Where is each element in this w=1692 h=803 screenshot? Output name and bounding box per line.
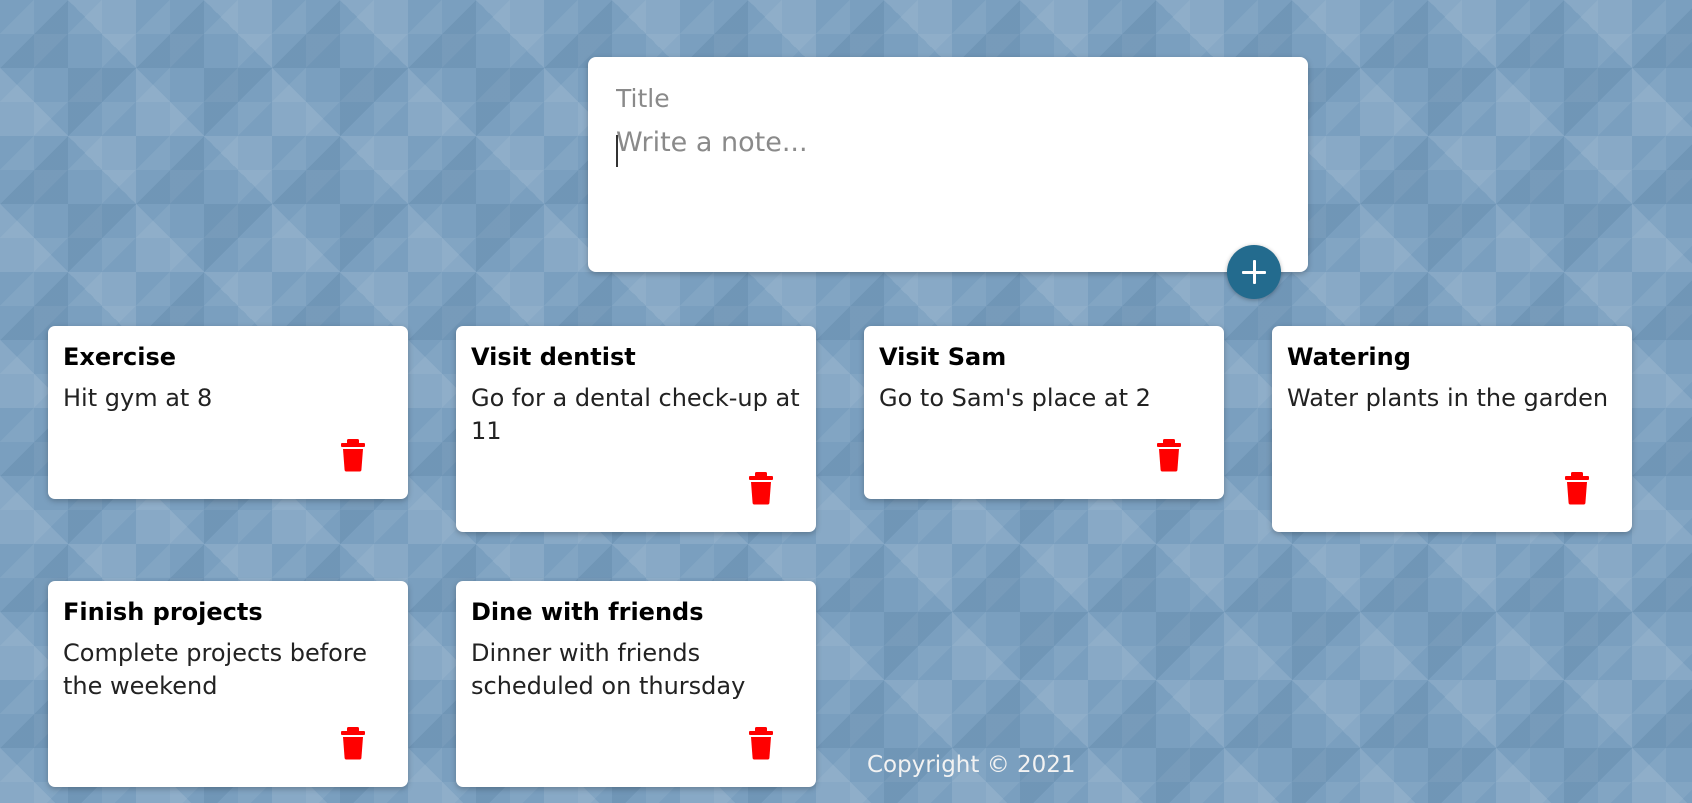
note-card: Watering Water plants in the garden: [1272, 326, 1632, 532]
note-title: Visit dentist: [471, 343, 636, 371]
note-content: Water plants in the garden: [1287, 384, 1609, 412]
note-content: Hit gym at 8: [63, 384, 213, 412]
note-title: Finish projects: [63, 598, 263, 626]
note-card: Visit Sam Go to Sam's place at 2: [864, 326, 1224, 499]
delete-note-button[interactable]: [1154, 438, 1184, 472]
note-content: Go for a dental check-up at 11: [471, 384, 800, 445]
note-input[interactable]: [616, 127, 1276, 247]
note-content: Go to Sam's place at 2: [879, 384, 1151, 412]
trash-icon: [749, 727, 773, 760]
footer-copyright: Copyright © 2021: [867, 752, 1076, 778]
note-card: Finish projects Complete projects before…: [48, 581, 408, 787]
trash-icon: [1565, 472, 1589, 505]
delete-note-button[interactable]: [746, 471, 776, 505]
trash-icon: [749, 472, 773, 505]
trash-icon: [341, 727, 365, 760]
delete-note-button[interactable]: [338, 438, 368, 472]
delete-note-button[interactable]: [338, 726, 368, 760]
title-input[interactable]: [616, 81, 1276, 115]
note-composer: [588, 57, 1308, 272]
delete-note-button[interactable]: [746, 726, 776, 760]
note-card: Visit dentist Go for a dental check-up a…: [456, 326, 816, 532]
note-title: Visit Sam: [879, 343, 1007, 371]
note-title: Watering: [1287, 343, 1411, 371]
text-cursor: [616, 135, 618, 167]
note-title: Exercise: [63, 343, 177, 371]
note-card: Exercise Hit gym at 8: [48, 326, 408, 499]
note-card: Dine with friends Dinner with friends sc…: [456, 581, 816, 787]
note-title: Dine with friends: [471, 598, 704, 626]
plus-icon: [1242, 260, 1266, 284]
note-content: Complete projects before the weekend: [63, 639, 367, 700]
delete-note-button[interactable]: [1562, 471, 1592, 505]
note-content: Dinner with friends scheduled on thursda…: [471, 639, 746, 700]
trash-icon: [341, 439, 365, 472]
trash-icon: [1157, 439, 1181, 472]
add-note-button[interactable]: [1227, 245, 1281, 299]
